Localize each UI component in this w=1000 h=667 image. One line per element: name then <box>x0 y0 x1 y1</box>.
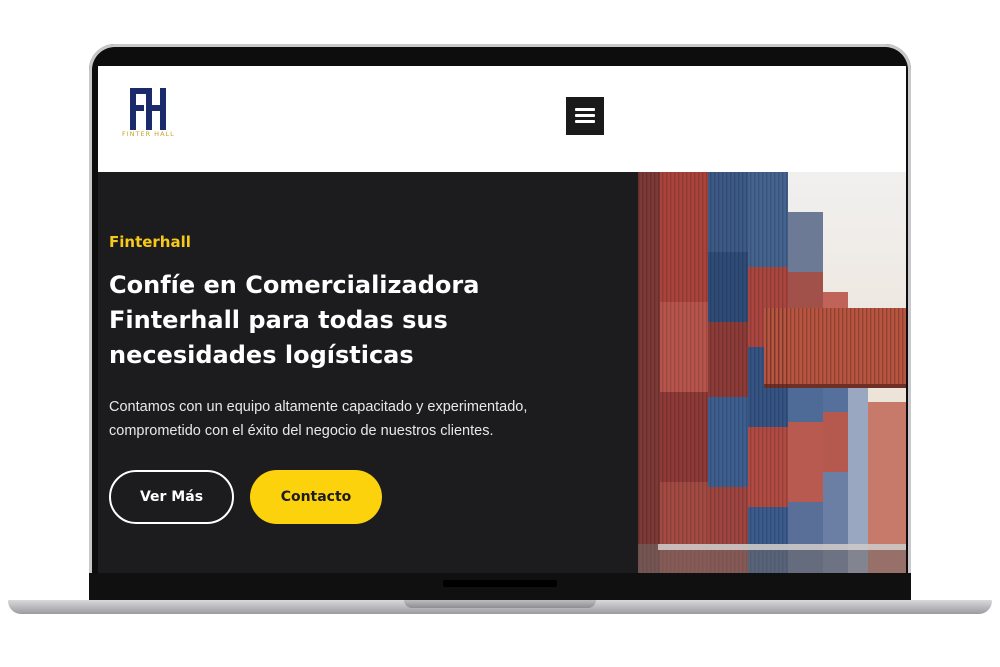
ver-mas-button[interactable]: Ver Más <box>109 470 234 524</box>
laptop-notch <box>404 600 596 608</box>
contacto-button[interactable]: Contacto <box>250 470 382 524</box>
hamburger-menu-icon <box>575 108 595 111</box>
fh-logo-icon <box>130 88 166 130</box>
containers-illustration <box>638 172 906 573</box>
hero-headline: Confíe en Comercializadora Finterhall pa… <box>109 271 480 369</box>
website-screen: FINTER HALL Finterhall Confíe en Comerci… <box>98 66 906 573</box>
hero-section: Finterhall Confíe en Comercializadora Fi… <box>98 172 906 573</box>
hero-eyebrow: Finterhall <box>109 233 191 251</box>
shipping-containers-photo <box>638 172 906 573</box>
hamburger-line <box>575 120 595 123</box>
logo-caption: FINTER HALL <box>122 130 175 138</box>
site-header: FINTER HALL <box>98 66 906 172</box>
laptop-hinge <box>443 580 557 587</box>
hero-paragraph: Contamos con un equipo altamente capacit… <box>109 399 528 439</box>
menu-button[interactable] <box>566 97 604 135</box>
hamburger-line <box>575 114 595 117</box>
